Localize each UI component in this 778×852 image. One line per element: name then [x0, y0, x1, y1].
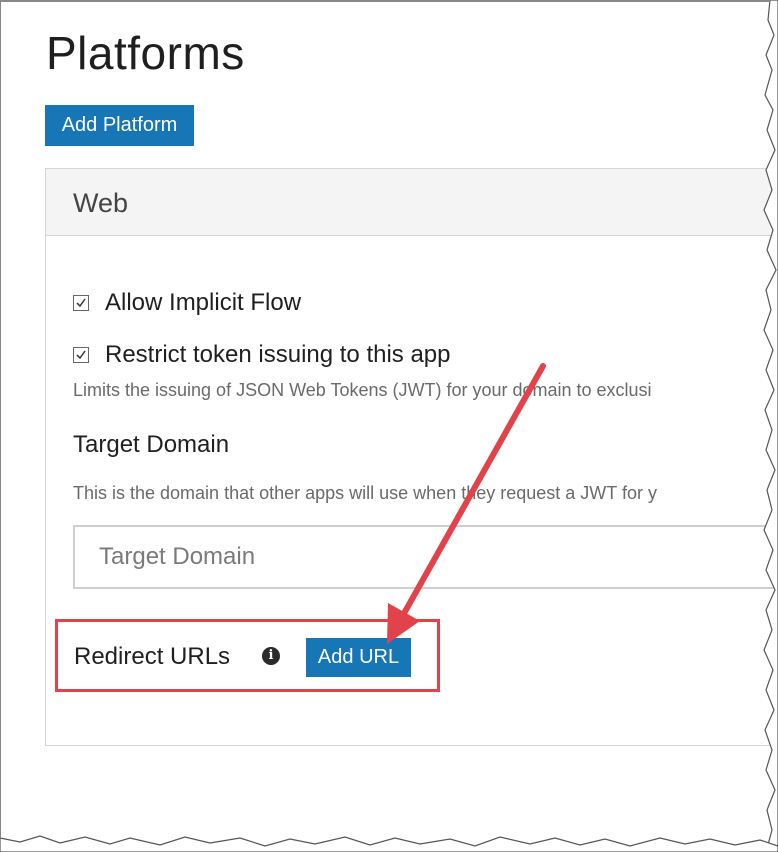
- torn-edge: [0, 0, 778, 852]
- page: Platforms Add Platform Web Allow Implici…: [0, 0, 778, 852]
